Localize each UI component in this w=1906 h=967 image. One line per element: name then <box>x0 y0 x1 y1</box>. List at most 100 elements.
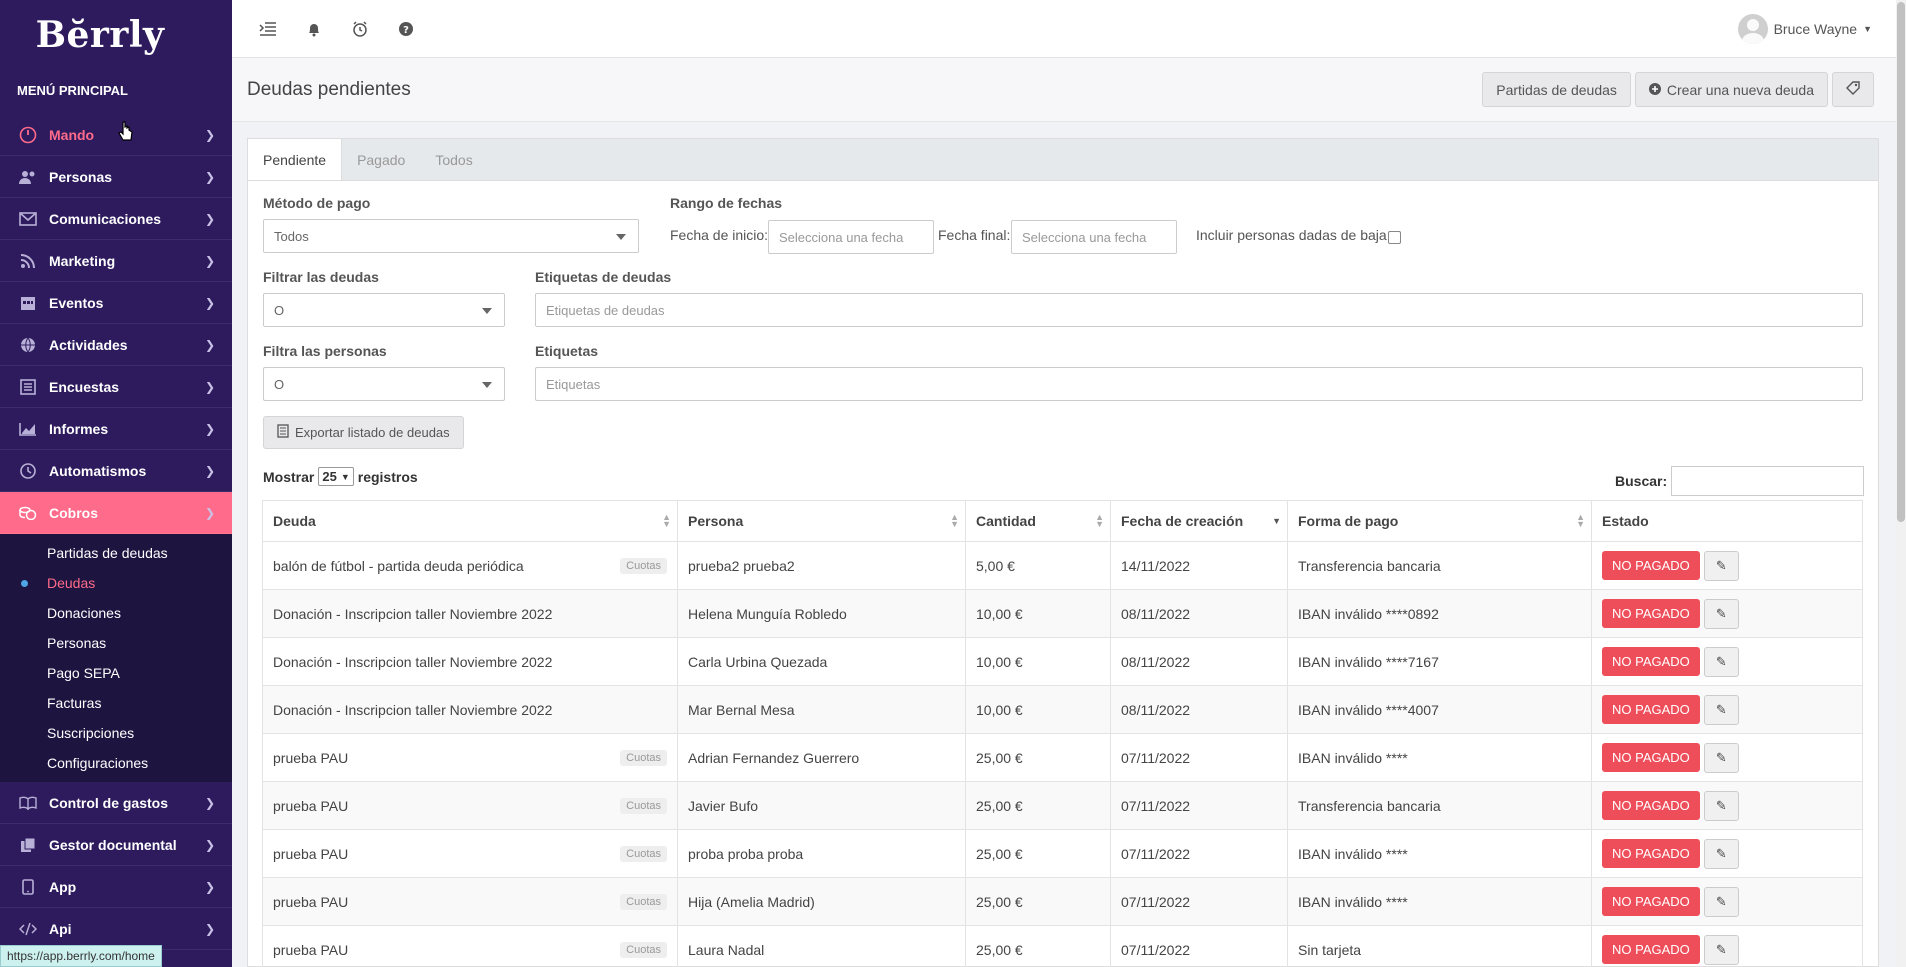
pencil-icon[interactable]: ✎ <box>1703 694 1739 725</box>
sub-partidas-deudas[interactable]: Partidas de deudas <box>0 538 232 568</box>
pencil-icon[interactable]: ✎ <box>1703 598 1739 629</box>
status-badge[interactable]: NO PAGADO <box>1602 599 1700 628</box>
nav-api[interactable]: Api ❯ <box>0 908 232 950</box>
table-row[interactable]: prueba PAU Cuotas Hija (Amelia Madrid) 25,0… <box>262 877 1863 926</box>
table-row[interactable]: prueba PAU Cuotas proba proba proba 25,00 €… <box>262 829 1863 878</box>
sub-suscripciones[interactable]: Suscripciones <box>0 718 232 748</box>
export-debts-button[interactable]: Exportar listado de deudas <box>263 416 464 449</box>
filtra-personas-select[interactable]: O <box>263 367 505 401</box>
sub-pago-sepa[interactable]: Pago SEPA <box>0 658 232 688</box>
nav-actividades[interactable]: Actividades ❯ <box>0 324 232 366</box>
incluir-baja-checkbox[interactable] <box>1388 231 1401 244</box>
fecha-final-input[interactable]: Selecciona una fecha <box>1011 220 1177 254</box>
pencil-icon[interactable]: ✎ <box>1703 934 1739 965</box>
cell-deuda[interactable]: prueba PAU Cuotas <box>262 781 678 830</box>
table-row[interactable]: prueba PAU Cuotas Javier Bufo 25,00 €07/11/… <box>262 781 1863 830</box>
cell-persona[interactable]: proba proba proba <box>677 829 966 878</box>
pencil-icon[interactable]: ✎ <box>1703 742 1739 773</box>
col-fecha[interactable]: Fecha de creación ▼ <box>1110 500 1288 542</box>
status-badge[interactable]: NO PAGADO <box>1602 695 1700 724</box>
scrollbar-thumb[interactable] <box>1897 2 1905 522</box>
status-badge[interactable]: NO PAGADO <box>1602 743 1700 772</box>
table-row[interactable]: prueba PAU Cuotas Adrian Fernandez Guerrer… <box>262 733 1863 782</box>
nav-gestor-documental[interactable]: Gestor documental ❯ <box>0 824 232 866</box>
berrly-logo[interactable]: Bĕrrly <box>0 0 232 70</box>
nav-control-gastos[interactable]: Control de gastos ❯ <box>0 782 232 824</box>
table-row[interactable]: prueba PAU Cuotas Laura Nadal 25,00 €07/11/… <box>262 925 1863 967</box>
cell-deuda[interactable]: Donación - Inscripcion taller Noviembre … <box>262 685 678 734</box>
cell-deuda[interactable]: balón de fútbol - partida deuda periódic… <box>262 541 678 590</box>
sub-deudas[interactable]: Deudas <box>0 568 232 598</box>
chevron-right-icon: ❯ <box>204 211 215 226</box>
alarm-clock-icon[interactable] <box>337 20 383 37</box>
tag-button[interactable] <box>1832 72 1874 107</box>
metodo-pago-select[interactable]: Todos <box>263 219 639 253</box>
sub-configuraciones[interactable]: Configuraciones <box>0 748 232 778</box>
col-forma-pago[interactable]: Forma de pago ▲ ▼ <box>1287 500 1592 542</box>
table-row[interactable]: balón de fútbol - partida deuda periódic… <box>262 541 1863 590</box>
svg-text:?: ? <box>403 25 409 36</box>
nav-comunicaciones[interactable]: Comunicaciones ❯ <box>0 198 232 240</box>
search-input[interactable] <box>1671 466 1864 496</box>
cell-deuda[interactable]: Donación - Inscripcion taller Noviembre … <box>262 589 678 638</box>
cell-persona[interactable]: Mar Bernal Mesa <box>677 685 966 734</box>
etiquetas-input[interactable]: Etiquetas <box>535 367 1863 401</box>
table-row[interactable]: Donación - Inscripcion taller Noviembre … <box>262 685 1863 734</box>
nav-cobros[interactable]: Cobros ❯ <box>0 492 232 534</box>
cell-persona[interactable]: prueba2 prueba2 <box>677 541 966 590</box>
cell-deuda[interactable]: prueba PAU Cuotas <box>262 829 678 878</box>
cell-persona[interactable]: Adrian Fernandez Guerrero <box>677 733 966 782</box>
tab-pendiente[interactable]: Pendiente <box>248 139 343 180</box>
cell-persona[interactable]: Carla Urbina Quezada <box>677 637 966 686</box>
pencil-icon[interactable]: ✎ <box>1703 886 1739 917</box>
table-row[interactable]: Donación - Inscripcion taller Noviembre … <box>262 589 1863 638</box>
page-size-select[interactable]: 25 ▼ <box>318 467 354 486</box>
cell-persona[interactable]: Laura Nadal <box>677 925 966 967</box>
status-badge[interactable]: NO PAGADO <box>1602 647 1700 676</box>
nav-informes[interactable]: Informes ❯ <box>0 408 232 450</box>
table-row[interactable]: Donación - Inscripcion taller Noviembre … <box>262 637 1863 686</box>
bell-icon[interactable] <box>291 21 337 37</box>
tag-icon <box>1846 81 1860 98</box>
help-icon[interactable]: ? <box>383 21 429 37</box>
pencil-icon[interactable]: ✎ <box>1703 550 1739 581</box>
status-badge[interactable]: NO PAGADO <box>1602 839 1700 868</box>
cell-deuda[interactable]: prueba PAU Cuotas <box>262 877 678 926</box>
page-scrollbar[interactable] <box>1896 0 1906 967</box>
filtrar-deudas-select[interactable]: O <box>263 293 505 327</box>
nav-encuestas[interactable]: Encuestas ❯ <box>0 366 232 408</box>
partidas-deudas-button[interactable]: Partidas de deudas <box>1482 72 1631 107</box>
fecha-inicio-input[interactable]: Selecciona una fecha <box>768 220 934 254</box>
cell-persona[interactable]: Javier Bufo <box>677 781 966 830</box>
status-badge[interactable]: NO PAGADO <box>1602 551 1700 580</box>
status-badge[interactable]: NO PAGADO <box>1602 887 1700 916</box>
nav-eventos[interactable]: Eventos ❯ <box>0 282 232 324</box>
col-deuda[interactable]: Deuda ▲ ▼ <box>262 500 678 542</box>
col-cantidad[interactable]: Cantidad ▲ ▼ <box>965 500 1111 542</box>
status-badge[interactable]: NO PAGADO <box>1602 791 1700 820</box>
nav-mando[interactable]: Mando ❯ <box>0 114 232 156</box>
user-menu[interactable]: Bruce Wayne ▼ <box>1737 13 1872 44</box>
cell-deuda[interactable]: prueba PAU Cuotas <box>262 925 678 967</box>
sub-facturas[interactable]: Facturas <box>0 688 232 718</box>
tab-pagado[interactable]: Pagado <box>342 139 420 180</box>
cell-deuda[interactable]: prueba PAU Cuotas <box>262 733 678 782</box>
pencil-icon[interactable]: ✎ <box>1703 790 1739 821</box>
nav-personas[interactable]: Personas ❯ <box>0 156 232 198</box>
pencil-icon[interactable]: ✎ <box>1703 646 1739 677</box>
cell-deuda[interactable]: Donación - Inscripcion taller Noviembre … <box>262 637 678 686</box>
cell-persona[interactable]: Hija (Amelia Madrid) <box>677 877 966 926</box>
sub-donaciones[interactable]: Donaciones <box>0 598 232 628</box>
nav-marketing[interactable]: Marketing ❯ <box>0 240 232 282</box>
status-badge[interactable]: NO PAGADO <box>1602 935 1700 964</box>
pencil-icon[interactable]: ✎ <box>1703 838 1739 869</box>
sub-personas[interactable]: Personas <box>0 628 232 658</box>
cell-persona[interactable]: Helena Munguía Robledo <box>677 589 966 638</box>
etiquetas-deudas-input[interactable]: Etiquetas de deudas <box>535 293 1863 327</box>
nav-automatismos[interactable]: Automatismos ❯ <box>0 450 232 492</box>
menu-toggle-icon[interactable] <box>245 21 291 36</box>
tab-todos[interactable]: Todos <box>420 139 487 180</box>
nav-app[interactable]: App ❯ <box>0 866 232 908</box>
create-debt-button[interactable]: Crear una nueva deuda <box>1634 72 1828 107</box>
col-persona[interactable]: Persona ▲ ▼ <box>677 500 966 542</box>
